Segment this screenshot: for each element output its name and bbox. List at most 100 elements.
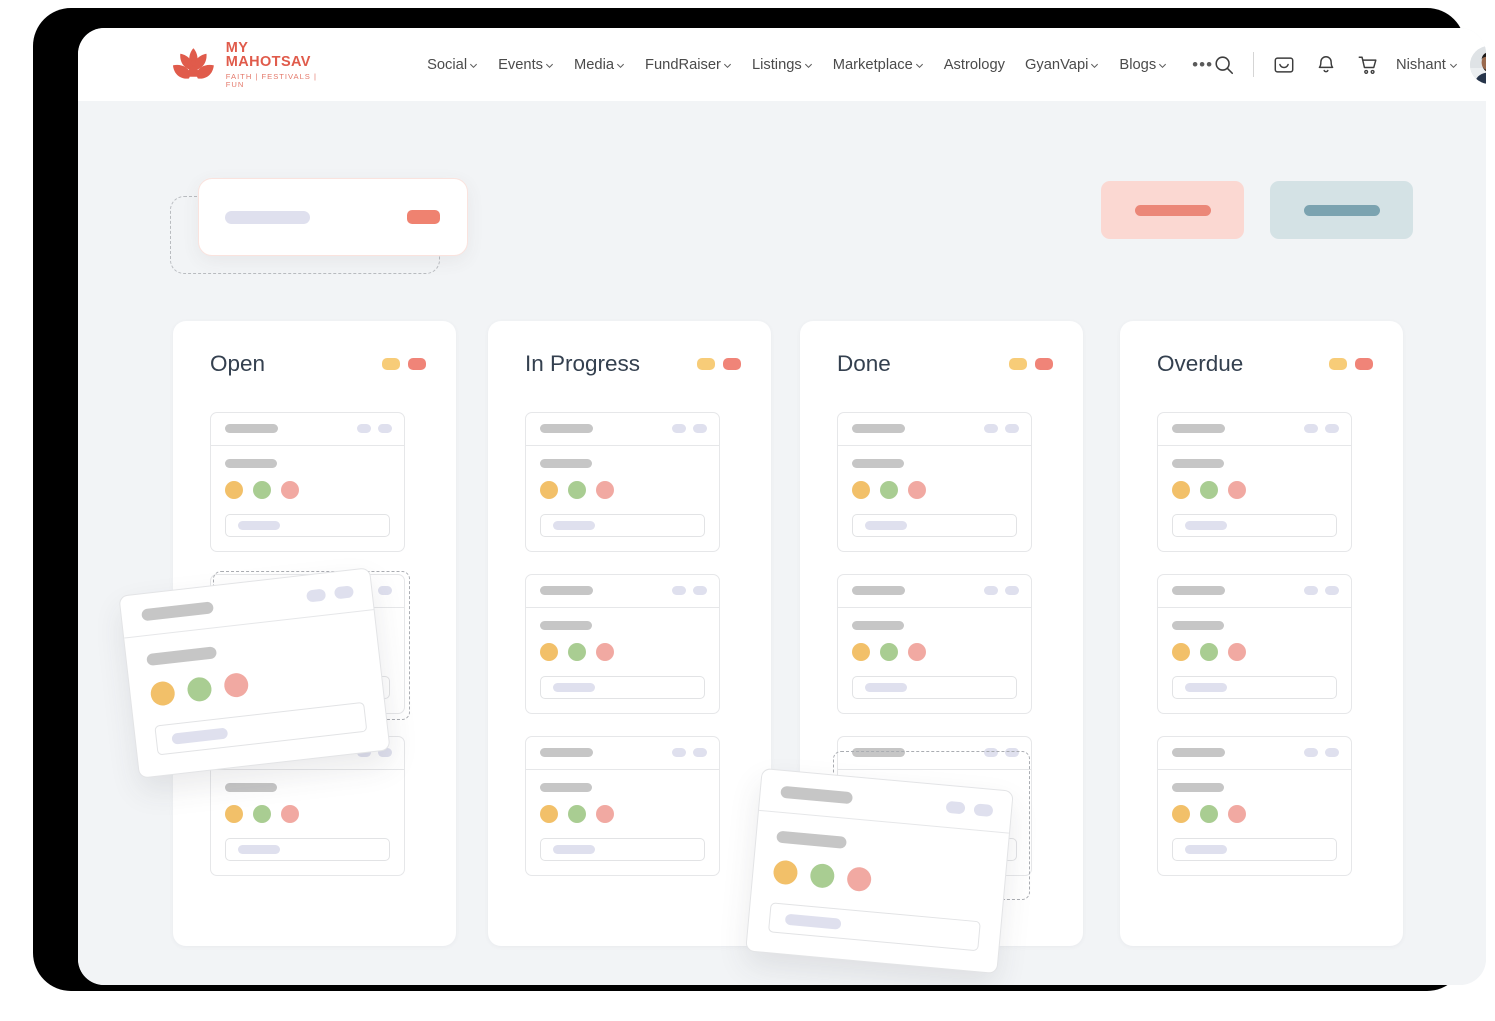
menu-item-gyanvapi[interactable]: GyanVapi (1025, 57, 1099, 73)
column-cards (488, 376, 771, 876)
chevron-down-icon (1159, 63, 1167, 68)
nav-divider (1253, 52, 1255, 77)
menu-item-media[interactable]: Media (574, 57, 625, 73)
card-body (1158, 446, 1351, 551)
brand-logo[interactable]: MY MAHOTSAV FAITH | FESTIVALS | FUN (170, 41, 320, 88)
menu-item-marketplace[interactable]: Marketplace (833, 57, 924, 73)
card-input-skeleton (238, 844, 280, 854)
avatar-dot-amber (225, 804, 243, 823)
card-pill (378, 424, 392, 433)
task-card[interactable] (525, 735, 720, 876)
kanban-column-overdue[interactable]: Overdue (1120, 321, 1403, 946)
card-input-field[interactable] (540, 513, 705, 537)
primary-action-button[interactable] (1101, 181, 1244, 239)
card-input-field[interactable] (767, 902, 981, 952)
card-title-skeleton (852, 586, 905, 595)
menu-item-fundraiser[interactable]: FundRaiser (645, 57, 732, 73)
menu-item-events[interactable]: Events (498, 57, 554, 73)
card-input-field[interactable] (852, 513, 1017, 537)
card-pill (1325, 586, 1339, 595)
menu-item-label: Astrology (943, 56, 1005, 73)
menu-item-social[interactable]: Social (427, 57, 478, 73)
card-pill (1325, 424, 1339, 433)
card-input-field[interactable] (540, 675, 705, 699)
avatar-dot-red (846, 866, 873, 893)
status-badge-red (723, 358, 741, 371)
card-input-skeleton (865, 520, 907, 530)
menu-item-label: Media (574, 56, 615, 73)
nav-tools: Nishant (1213, 45, 1486, 84)
card-title-skeleton (1172, 424, 1225, 433)
task-card[interactable] (525, 573, 720, 714)
more-menu-button[interactable]: ••• (1192, 56, 1213, 73)
card-input-skeleton (171, 726, 229, 745)
task-card[interactable] (525, 411, 720, 552)
avatar-dot-amber (1172, 480, 1190, 499)
menu-item-astrology[interactable]: Astrology (944, 57, 1005, 73)
main-menu: Social Events Media FundRaiser Listings (427, 56, 1213, 73)
bell-icon[interactable] (1315, 54, 1337, 76)
task-card[interactable] (1157, 411, 1352, 552)
card-title-skeleton (141, 600, 214, 621)
menu-item-blogs[interactable]: Blogs (1119, 57, 1167, 73)
card-line-skeleton (852, 458, 904, 468)
avatar-dot-amber (1172, 642, 1190, 661)
dragged-card-open[interactable] (118, 567, 391, 779)
card-input-field[interactable] (1172, 513, 1337, 537)
avatar-dot-amber (852, 480, 870, 499)
menu-item-listings[interactable]: Listings (752, 57, 813, 73)
task-card[interactable] (837, 573, 1032, 714)
dragged-card-done[interactable] (745, 767, 1014, 975)
card-pill (357, 424, 371, 433)
device-bezel: MY MAHOTSAV FAITH | FESTIVALS | FUN Soci… (33, 8, 1486, 991)
card-line-skeleton (225, 458, 277, 468)
card-body (838, 608, 1031, 713)
avatar-dot-green (880, 480, 898, 499)
card-title-skeleton (225, 424, 278, 433)
cart-icon[interactable] (1357, 54, 1379, 76)
card-input-field[interactable] (1172, 675, 1337, 699)
card-pill (333, 584, 355, 599)
menu-item-label: Events (498, 56, 544, 73)
task-card[interactable] (837, 411, 1032, 552)
card-pill (305, 587, 327, 603)
toolbar-skeleton-bar (225, 210, 310, 224)
avatar-dot-red (1228, 480, 1246, 499)
card-body (1158, 770, 1351, 875)
inbox-icon[interactable] (1273, 54, 1295, 76)
user-menu[interactable]: Nishant (1396, 57, 1458, 73)
column-title: Overdue (1157, 351, 1244, 376)
card-title-skeleton (1172, 748, 1225, 757)
status-badge-red (1355, 358, 1373, 371)
card-input-skeleton (553, 682, 595, 692)
card-line-skeleton (146, 646, 218, 667)
task-card[interactable] (1157, 573, 1352, 714)
avatar[interactable] (1469, 45, 1486, 84)
card-body (746, 811, 1009, 973)
brand-title: MY MAHOTSAV (225, 39, 311, 71)
card-header-pills (357, 424, 392, 433)
task-card[interactable] (1157, 735, 1352, 876)
avatar-dot-red (596, 642, 614, 661)
card-input-field[interactable] (1172, 837, 1337, 861)
card-line-skeleton (1172, 782, 1224, 792)
secondary-action-button[interactable] (1270, 181, 1413, 239)
dragged-toolbar-card[interactable] (198, 178, 468, 256)
avatar-dot-amber (225, 480, 243, 499)
card-line-skeleton (540, 782, 592, 792)
card-input-field[interactable] (225, 837, 390, 861)
column-title: In Progress (525, 351, 641, 376)
card-input-field[interactable] (154, 701, 368, 756)
card-title-skeleton (540, 424, 593, 433)
avatar-dot-red (596, 480, 614, 499)
search-icon[interactable] (1213, 54, 1235, 76)
task-card[interactable] (210, 411, 405, 552)
kanban-column-in-progress[interactable]: In Progress (488, 321, 771, 946)
avatar-dot-red (281, 804, 299, 823)
card-input-field[interactable] (540, 837, 705, 861)
card-input-field[interactable] (852, 675, 1017, 699)
card-header-pills (305, 584, 355, 603)
card-input-field[interactable] (225, 513, 390, 537)
card-header-pills (672, 424, 707, 433)
card-line-skeleton (1172, 620, 1224, 630)
